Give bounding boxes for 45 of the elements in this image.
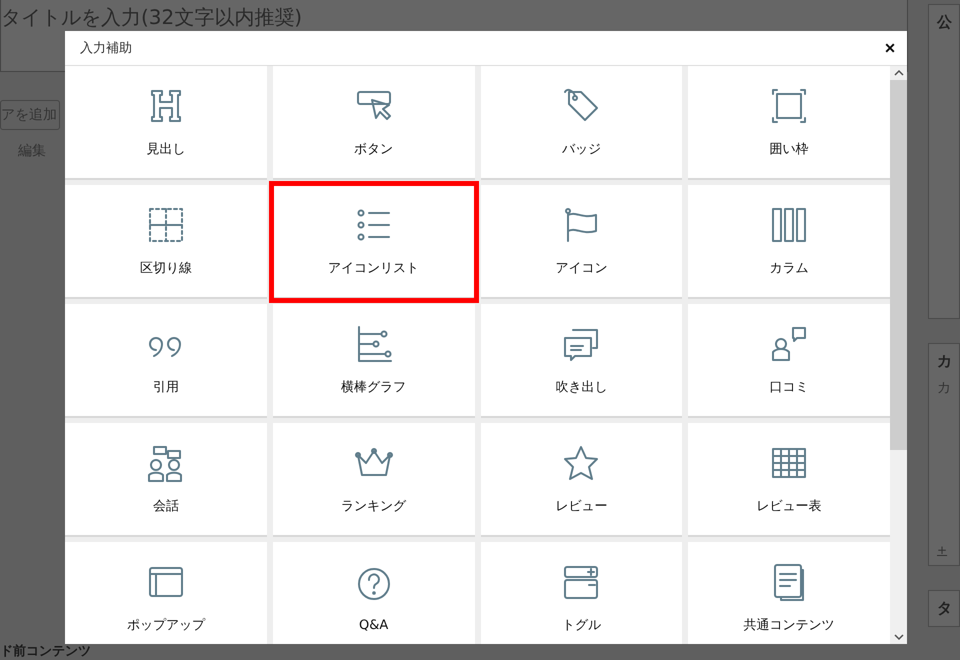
panel-title: タ bbox=[937, 599, 951, 618]
section-heading: ド前コンテンツ bbox=[0, 644, 92, 660]
tool-label: アイコンリスト bbox=[328, 260, 420, 277]
scrollbar[interactable] bbox=[890, 66, 907, 644]
panel-title: カ bbox=[937, 352, 951, 371]
tool-tile[interactable]: トグル bbox=[480, 542, 682, 644]
tool-label: Q&A bbox=[358, 618, 388, 632]
tool-tile[interactable]: 吹き出し bbox=[480, 304, 682, 418]
tool-tile[interactable]: ポップアップ bbox=[65, 542, 267, 644]
tool-label: 引用 bbox=[152, 379, 179, 396]
tool-label: ボタン bbox=[354, 141, 394, 158]
tool-tile[interactable]: 引用 bbox=[65, 304, 267, 418]
tool-tile[interactable]: アイコン bbox=[480, 185, 682, 299]
tool-label: 囲い枠 bbox=[770, 141, 809, 158]
panel-title: 公 bbox=[937, 13, 951, 32]
tool-tile[interactable]: バッジ bbox=[480, 66, 682, 180]
tool-tile[interactable]: 共通コンテンツ bbox=[688, 542, 890, 644]
tool-tile[interactable]: 横棒グラフ bbox=[272, 304, 474, 418]
tool-label: アイコン bbox=[555, 260, 608, 277]
tool-tile[interactable]: カラム bbox=[688, 185, 890, 299]
tool-label: バッジ bbox=[562, 141, 601, 158]
tool-label: 吹き出し bbox=[555, 379, 608, 396]
tool-label: レビュー表 bbox=[756, 498, 822, 515]
tool-tile[interactable]: ボタン bbox=[272, 66, 474, 180]
tool-label: ランキング bbox=[341, 498, 406, 515]
tool-label: カラム bbox=[770, 260, 809, 277]
tool-tile[interactable]: 見出し bbox=[65, 66, 267, 180]
tool-label: レビュー bbox=[555, 498, 608, 515]
tool-tile[interactable]: レビュー表 bbox=[688, 423, 890, 537]
tool-tile[interactable]: レビュー bbox=[480, 423, 682, 537]
tool-tile[interactable]: 口コミ bbox=[688, 304, 890, 418]
tool-label: 会話 bbox=[152, 498, 179, 515]
tool-label: ポップアップ bbox=[126, 617, 205, 634]
tool-tile[interactable]: 囲い枠 bbox=[688, 66, 890, 180]
tool-tile[interactable]: 会話 bbox=[65, 423, 267, 537]
tool-tile[interactable]: Q&A bbox=[272, 542, 474, 644]
tool-label: 区切り線 bbox=[140, 260, 192, 277]
tool-label: 横棒グラフ bbox=[341, 379, 406, 396]
tool-label: 口コミ bbox=[770, 379, 809, 396]
tool-tile[interactable]: ランキング bbox=[272, 423, 474, 537]
tool-tile[interactable]: 区切り線 bbox=[65, 185, 267, 299]
tool-label: 見出し bbox=[146, 141, 186, 158]
tool-label: トグル bbox=[562, 617, 601, 634]
tool-label: 共通コンテンツ bbox=[744, 617, 835, 634]
dialog-title: 入力補助 bbox=[80, 40, 132, 57]
